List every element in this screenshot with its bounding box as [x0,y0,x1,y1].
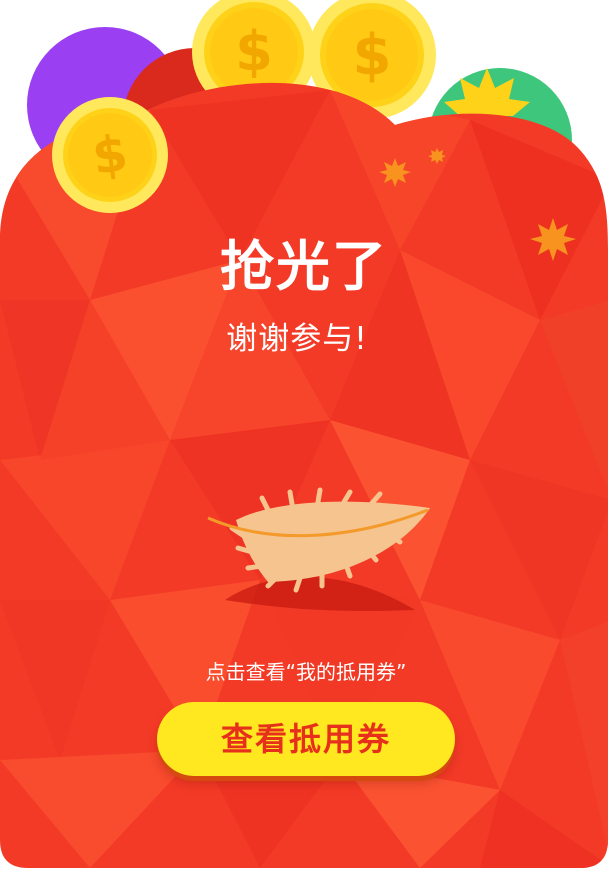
svg-text:$: $ [353,23,392,88]
coupon-hint-text: 点击查看“我的抵用券” [205,660,407,684]
status-subtitle: 谢谢参与! [226,321,368,357]
coin-icon: $ [52,97,168,213]
svg-text:$: $ [235,20,273,83]
status-title: 抢光了 [220,235,388,298]
view-coupons-button[interactable]: 查看抵用券 [157,702,455,776]
red-envelope-screen: $ $ $ 抢光了 谢谢参与! 点击查看“我的抵用券” 查看抵用券 [0,0,612,870]
